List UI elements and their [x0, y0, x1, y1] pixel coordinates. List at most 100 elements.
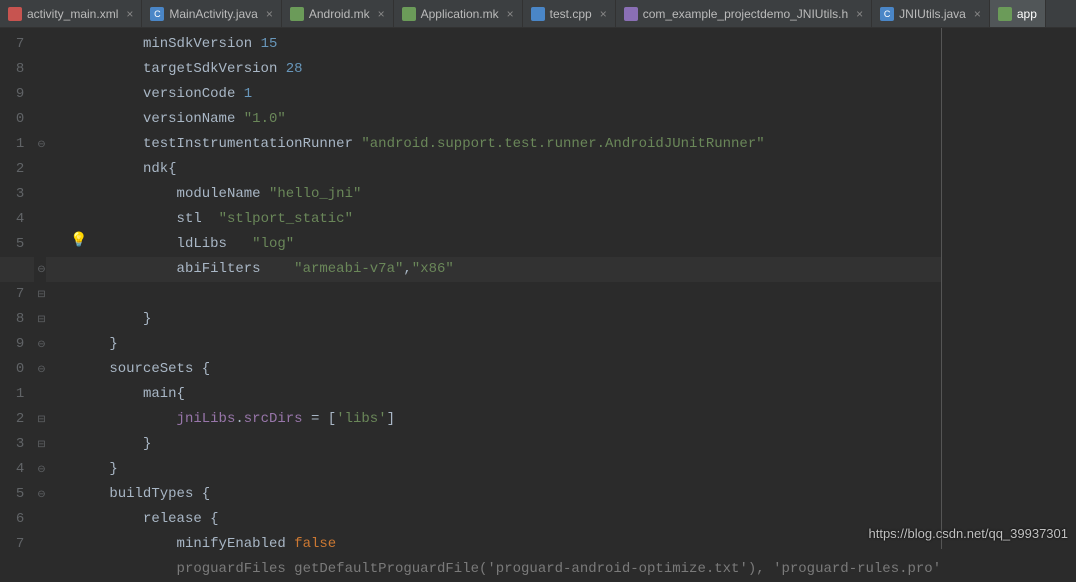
right-panel — [942, 28, 1076, 549]
tab-mainactivity-java[interactable]: MainActivity.java × — [142, 0, 282, 27]
file-icon — [998, 7, 1012, 21]
tab-test-cpp[interactable]: test.cpp× — [523, 0, 616, 27]
tab-label: MainActivity.java — [169, 7, 257, 21]
line-number: 0 — [0, 357, 24, 382]
code-line: stl "stlport_static" — [76, 211, 353, 227]
line-number-gutter: 789012345678901234567 — [0, 28, 34, 549]
tab-application-mk[interactable]: Application.mk × — [394, 0, 523, 27]
fold-marker-icon[interactable]: ⊟ — [37, 439, 47, 449]
code-area[interactable]: minSdkVersion 15 targetSdkVersion 28 ver… — [46, 28, 942, 549]
token: main{ — [143, 386, 185, 402]
token: 28 — [286, 61, 303, 77]
token: 1 — [244, 86, 252, 102]
line-number: 9 — [0, 82, 24, 107]
line-number: 4 — [0, 207, 24, 232]
tab-label: com_example_projectdemo_JNIUtils.h — [643, 7, 848, 21]
file-icon — [624, 7, 638, 21]
code-line: minSdkVersion 15 — [76, 36, 278, 52]
token: ndk{ — [143, 161, 177, 177]
token: minifyEnabled — [177, 536, 295, 552]
code-line: proguardFiles getDefaultProguardFile('pr… — [76, 561, 941, 577]
intention-bulb-icon[interactable]: 💡 — [70, 232, 87, 249]
token: minSdkVersion — [143, 36, 261, 52]
file-icon — [531, 7, 545, 21]
line-number: 1 — [0, 382, 24, 407]
fold-marker-icon[interactable]: ⊖ — [37, 339, 47, 349]
token: ] — [387, 411, 395, 427]
line-number: 5 — [0, 482, 24, 507]
tab-activity-main-xml[interactable]: activity_main.xml × — [0, 0, 142, 27]
fold-marker-icon[interactable]: ⊟ — [37, 414, 47, 424]
file-icon — [402, 7, 416, 21]
code-line: } — [76, 336, 118, 352]
token: } — [109, 461, 117, 477]
line-number: 7 — [0, 532, 24, 557]
code-line: minifyEnabled false — [76, 536, 336, 552]
token: "armeabi-v7a" — [294, 261, 403, 277]
close-icon[interactable]: × — [266, 7, 273, 21]
token: versionName — [143, 111, 244, 127]
token: moduleName — [177, 186, 269, 202]
code-line: release { — [76, 511, 219, 527]
token: proguardFiles getDefaultProguardFile( — [177, 561, 488, 577]
close-icon[interactable]: × — [856, 7, 863, 21]
close-icon[interactable]: × — [974, 7, 981, 21]
token: "stlport_static" — [219, 211, 353, 227]
tab-label: Android.mk — [309, 7, 370, 21]
token: versionCode — [143, 86, 244, 102]
tab-label: app — [1017, 7, 1037, 21]
token: false — [294, 536, 336, 552]
editor: 789012345678901234567 ⊖⊖⊟⊟⊖⊖⊟⊟⊖⊖ minSdkV… — [0, 28, 1076, 549]
token: "1.0" — [244, 111, 286, 127]
code-line: } — [76, 436, 152, 452]
code-line: testInstrumentationRunner "android.suppo… — [76, 136, 765, 152]
line-number: 1 — [0, 132, 24, 157]
code-line: } — [76, 461, 118, 477]
tab-jniutils-java[interactable]: JNIUtils.java × — [872, 0, 990, 27]
close-icon[interactable]: × — [507, 7, 514, 21]
tab-com-example-projectdemo-jniutils-h[interactable]: com_example_projectdemo_JNIUtils.h × — [616, 0, 872, 27]
fold-marker-icon[interactable]: ⊖ — [37, 489, 47, 499]
close-icon[interactable]: × — [378, 7, 385, 21]
token: ), — [748, 561, 773, 577]
token: , — [403, 261, 411, 277]
code-line: main{ — [76, 386, 185, 402]
token: "hello_jni" — [269, 186, 361, 202]
line-number: 3 — [0, 182, 24, 207]
tab-label: Application.mk — [421, 7, 499, 21]
code-line: targetSdkVersion 28 — [76, 61, 303, 77]
token: } — [143, 436, 151, 452]
token: 'proguard-rules.pro' — [773, 561, 941, 577]
fold-marker-icon[interactable]: ⊖ — [37, 264, 47, 274]
file-icon — [150, 7, 164, 21]
token: stl — [177, 211, 219, 227]
line-number: 0 — [0, 107, 24, 132]
token: srcDirs — [244, 411, 303, 427]
tab-android-mk[interactable]: Android.mk × — [282, 0, 394, 27]
file-icon — [880, 7, 894, 21]
fold-marker-icon[interactable]: ⊟ — [37, 289, 47, 299]
editor-tabbar: activity_main.xml×MainActivity.java×Andr… — [0, 0, 1076, 28]
close-icon[interactable]: × — [126, 7, 133, 21]
token: targetSdkVersion — [143, 61, 286, 77]
tab-label: JNIUtils.java — [899, 7, 966, 21]
line-number: 6 — [0, 507, 24, 532]
file-icon — [290, 7, 304, 21]
tab-label: activity_main.xml — [27, 7, 118, 21]
fold-marker-icon[interactable]: ⊖ — [37, 139, 47, 149]
code-line: sourceSets { — [76, 361, 210, 377]
close-icon[interactable]: × — [600, 7, 607, 21]
line-number: 5 — [0, 232, 24, 257]
line-number: 4 — [0, 457, 24, 482]
tab-app[interactable]: app — [990, 0, 1046, 27]
token: 'proguard-android-optimize.txt' — [487, 561, 747, 577]
token: sourceSets { — [109, 361, 210, 377]
token: } — [143, 311, 151, 327]
fold-marker-icon[interactable]: ⊖ — [37, 364, 47, 374]
token: "x86" — [412, 261, 454, 277]
line-number: 8 — [0, 307, 24, 332]
fold-marker-icon[interactable]: ⊖ — [37, 464, 47, 474]
fold-marker-icon[interactable]: ⊟ — [37, 314, 47, 324]
token: = [ — [303, 411, 337, 427]
token: } — [109, 336, 117, 352]
